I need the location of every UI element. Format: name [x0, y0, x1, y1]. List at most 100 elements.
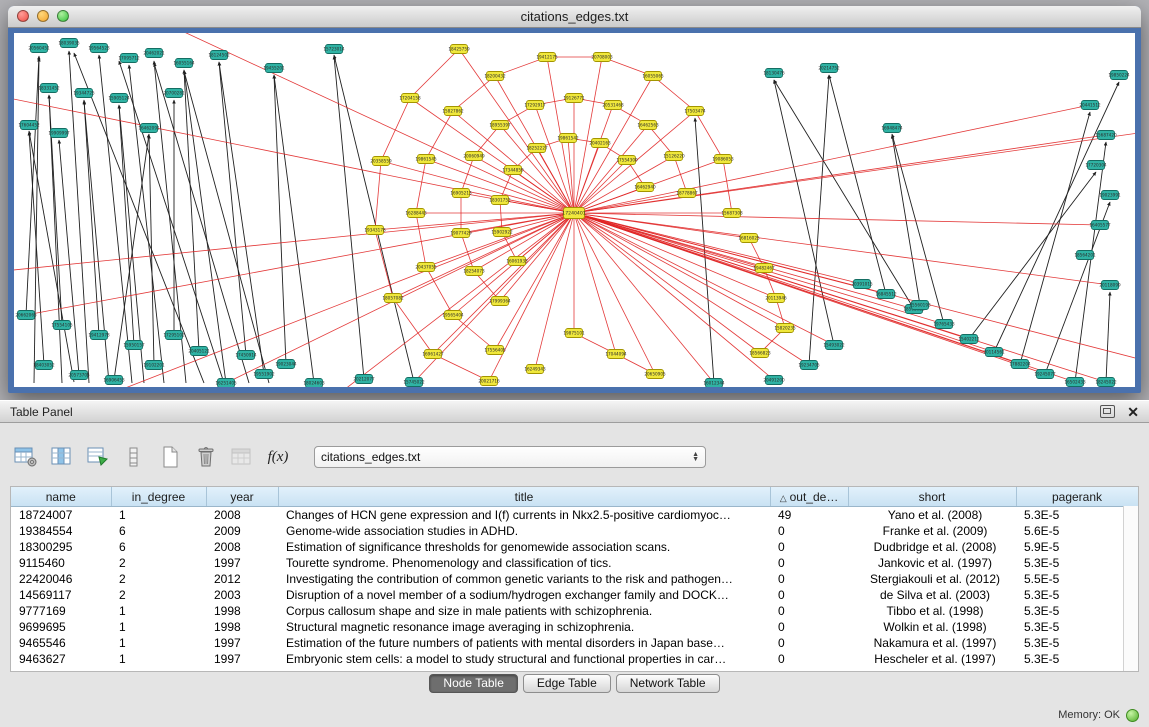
- graph-node[interactable]: 20462021: [143, 49, 165, 58]
- graph-node[interactable]: 19564523: [88, 44, 110, 53]
- graph-node[interactable]: 15820235: [774, 324, 796, 333]
- window-titlebar[interactable]: citations_edges.txt: [8, 6, 1141, 28]
- graph-node[interactable]: 17556405: [484, 346, 506, 355]
- table-selector-combo[interactable]: citations_edges.txt ▲▼: [314, 446, 706, 468]
- graph-node[interactable]: 15687420: [1095, 131, 1117, 140]
- network-canvas[interactable]: 20560451 18039035 19564523 1709571220462021…: [14, 33, 1135, 387]
- graph-node[interactable]: 16061933: [506, 257, 528, 266]
- graph-node[interactable]: 19344725: [73, 89, 95, 98]
- delete-column-icon[interactable]: [192, 444, 220, 470]
- graph-node[interactable]: 18778867: [676, 189, 698, 198]
- table-row[interactable]: 977716911998Corpus callosum shape and si…: [11, 603, 1138, 619]
- graph-node[interactable]: 20437055: [415, 263, 437, 272]
- tab-node-table[interactable]: Node Table: [429, 674, 518, 693]
- zoom-window-icon[interactable]: [57, 10, 69, 22]
- graph-node[interactable]: 20708003: [591, 53, 613, 62]
- graph-node[interactable]: 15745022: [403, 378, 425, 387]
- graph-node[interactable]: 15126220: [663, 152, 685, 161]
- float-panel-icon[interactable]: [1100, 405, 1115, 418]
- table-row[interactable]: 1872400712008Changes of HCN gene express…: [11, 507, 1138, 524]
- column-header-title[interactable]: title: [278, 487, 770, 507]
- graph-node[interactable]: 15493022: [823, 341, 845, 350]
- graph-node[interactable]: 16905213: [450, 189, 472, 198]
- graph-node[interactable]: 18331452: [38, 84, 60, 93]
- graph-node[interactable]: 18024603: [303, 379, 325, 388]
- column-header-pagerank[interactable]: pagerank: [1016, 487, 1138, 507]
- graph-node[interactable]: 18301752: [489, 196, 511, 205]
- graph-node[interactable]: 17292917: [524, 101, 546, 110]
- graph-node[interactable]: 19023991: [1099, 191, 1121, 200]
- graph-node[interactable]: 17204158: [399, 94, 421, 103]
- graph-node[interactable]: 19077429: [450, 229, 472, 238]
- graph-node[interactable]: 16405577: [1089, 221, 1111, 230]
- column-header-name[interactable]: name: [11, 487, 111, 507]
- graph-node[interactable]: 20402163: [589, 139, 611, 148]
- graph-node[interactable]: 17344859: [502, 166, 524, 175]
- graph-node[interactable]: 16055065: [642, 72, 664, 81]
- graph-node[interactable]: 18130476: [763, 69, 785, 78]
- graph-node[interactable]: 18057082: [382, 294, 404, 303]
- graph-node[interactable]: 16055164: [173, 59, 195, 68]
- graph-node[interactable]: 17295102: [163, 331, 185, 340]
- graph-node[interactable]: 20491200: [763, 376, 785, 385]
- graph-node[interactable]: 18254073: [463, 267, 485, 276]
- graph-node[interactable]: 20573705: [68, 371, 90, 380]
- graph-node[interactable]: 15905124: [108, 94, 130, 103]
- graph-node[interactable]: 20441512: [1079, 101, 1101, 110]
- graph-node[interactable]: 16462940: [634, 183, 656, 192]
- column-visibility-icon[interactable]: [48, 444, 76, 470]
- graph-node[interactable]: 17999364: [489, 297, 511, 306]
- close-panel-icon[interactable]: ✕: [1127, 405, 1139, 419]
- column-header-out_de[interactable]: △out_de…: [770, 487, 848, 507]
- graph-node[interactable]: 17554105: [51, 321, 73, 330]
- graph-node[interactable]: 19482467: [753, 264, 775, 273]
- table-row[interactable]: 2242004622012Investigating the contribut…: [11, 571, 1138, 587]
- graph-node[interactable]: 18245022: [1095, 378, 1117, 387]
- select-rows-icon[interactable]: [84, 444, 112, 470]
- graph-node[interactable]: 17095712: [118, 54, 140, 63]
- graph-node[interactable]: 18200432: [484, 72, 506, 81]
- graph-node[interactable]: 20021716: [478, 377, 500, 386]
- graph-node[interactable]: 18955397: [489, 121, 511, 130]
- graph-node[interactable]: 16012344: [703, 379, 725, 388]
- graph-node[interactable]: 19126771: [563, 94, 585, 103]
- graph-node[interactable]: 20113946: [765, 294, 787, 303]
- graph-node[interactable]: 16816025: [738, 234, 760, 243]
- table-row[interactable]: 1456911722003Disruption of a novel membe…: [11, 587, 1138, 603]
- graph-node[interactable]: 16948474: [881, 124, 903, 133]
- graph-node[interactable]: 20560451: [28, 44, 50, 53]
- graph-node[interactable]: 18039035: [58, 39, 80, 48]
- graph-node[interactable]: 20214752: [818, 64, 840, 73]
- graph-node[interactable]: 15687308: [721, 209, 743, 218]
- graph-node[interactable]: 17240401: [562, 208, 585, 219]
- graph-node[interactable]: 19765433: [933, 320, 955, 329]
- table-row[interactable]: 946362711997Embryonic stem cells: a mode…: [11, 651, 1138, 667]
- table-row[interactable]: 1938455462009Genome-wide association stu…: [11, 523, 1138, 539]
- graph-node[interactable]: 18564201: [1074, 251, 1096, 260]
- graph-node[interactable]: 20358559: [370, 157, 392, 166]
- graph-node[interactable]: 19343178: [364, 226, 386, 235]
- table-options-icon[interactable]: [12, 444, 40, 470]
- graph-node[interactable]: 15560193: [909, 301, 931, 310]
- graph-node[interactable]: 17044094: [605, 350, 627, 359]
- graph-node[interactable]: 19234705: [798, 361, 820, 370]
- graph-node[interactable]: 19455201: [263, 64, 285, 73]
- graph-node[interactable]: 19861545: [415, 155, 437, 164]
- create-column-icon[interactable]: [156, 444, 184, 470]
- graph-node[interactable]: 15902922: [491, 228, 513, 237]
- graph-node[interactable]: 15950157: [123, 341, 145, 350]
- graph-node[interactable]: 16462563: [637, 121, 659, 130]
- graph-node[interactable]: 16502433: [1064, 378, 1086, 387]
- graph-node[interactable]: 19412978: [88, 331, 110, 340]
- column-header-short[interactable]: short: [848, 487, 1016, 507]
- tab-network-table[interactable]: Network Table: [616, 674, 720, 693]
- function-builder-icon[interactable]: f(x): [264, 444, 292, 470]
- table-vertical-scrollbar[interactable]: [1123, 506, 1138, 671]
- graph-node[interactable]: 18566823: [749, 349, 771, 358]
- graph-node[interactable]: 17450914: [235, 351, 257, 360]
- column-header-year[interactable]: year: [206, 487, 278, 507]
- graph-node[interactable]: 19023044: [275, 360, 297, 369]
- graph-node[interactable]: 19086053: [712, 155, 734, 164]
- graph-node[interactable]: 16906453: [103, 376, 125, 385]
- graph-node[interactable]: 19551902: [253, 370, 275, 379]
